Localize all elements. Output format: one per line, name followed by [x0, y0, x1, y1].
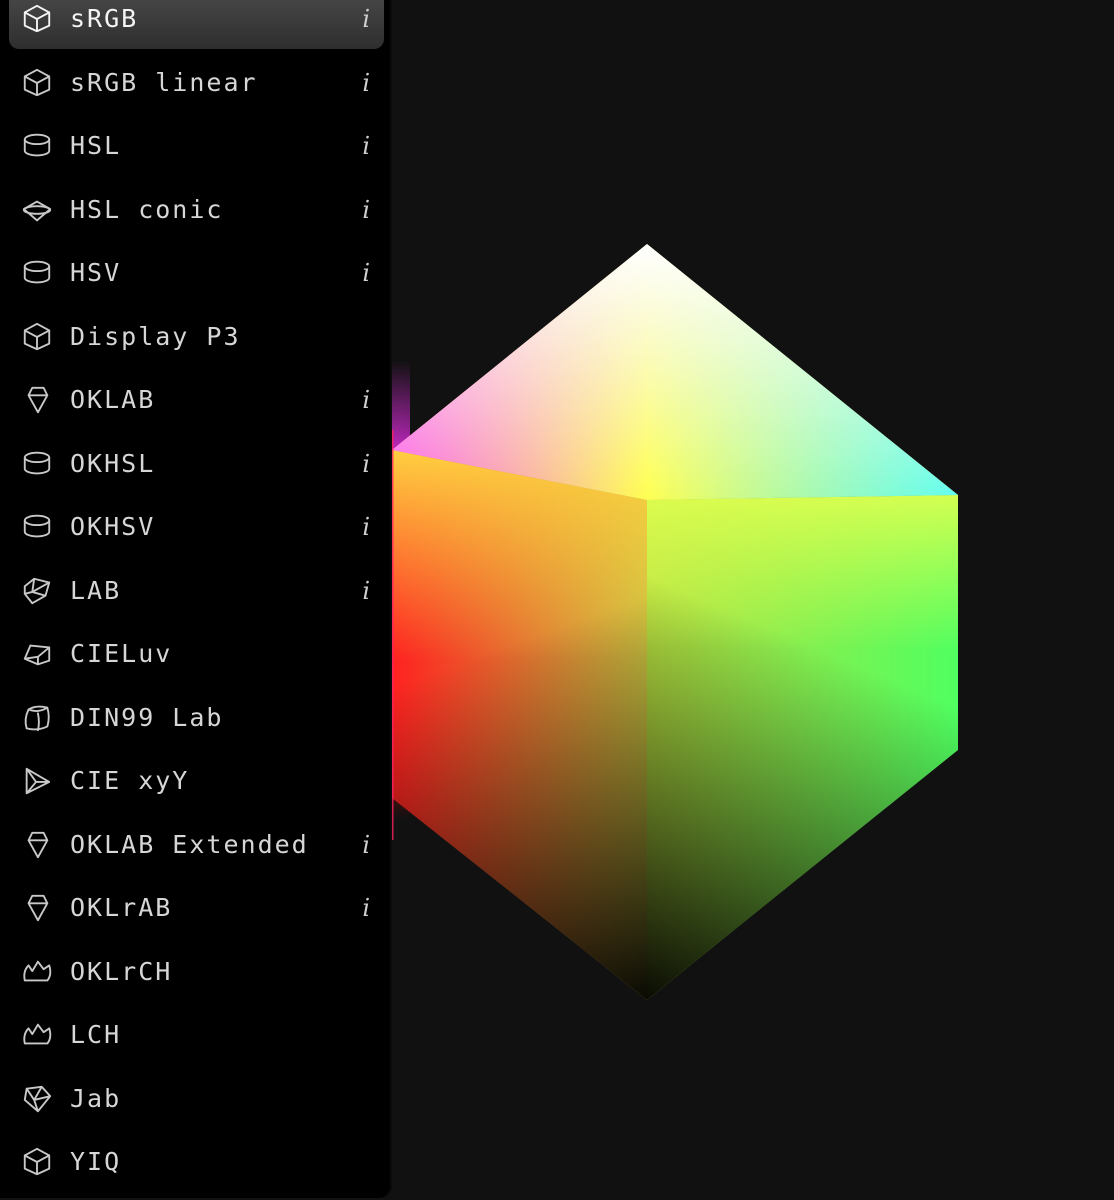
info-icon[interactable]: i [362, 434, 370, 494]
info-icon[interactable]: i [362, 116, 370, 176]
menu-item-hsl[interactable]: HSL i [9, 116, 384, 176]
menu-item-cieluv[interactable]: CIELuv [9, 624, 384, 684]
cube-icon [20, 67, 54, 99]
menu-item-label: Jab [70, 1083, 122, 1113]
menu-item-oklrab[interactable]: OKLrAB i [9, 878, 384, 938]
info-icon[interactable]: i [362, 815, 370, 875]
menu-item-okhsv[interactable]: OKHSV i [9, 497, 384, 557]
gem-icon [20, 384, 54, 416]
menu-item-yiq[interactable]: YIQ [9, 1132, 384, 1192]
cylinder-icon [20, 130, 54, 162]
info-icon[interactable]: i [362, 370, 370, 430]
cube-icon [20, 321, 54, 353]
menu-item-label: OKLAB [70, 385, 156, 414]
cylinder-icon [20, 448, 54, 480]
crown-icon [20, 1019, 54, 1051]
menu-item-label: HSV [70, 258, 122, 287]
menu-item-okhsl[interactable]: OKHSL i [9, 434, 384, 494]
menu-item-label: OKHSL [70, 448, 156, 478]
menu-item-label: Display P3 [70, 321, 241, 351]
menu-item-label: OKHSV [70, 512, 156, 541]
shield-polyhedron-icon [20, 1083, 54, 1115]
bicone-icon [20, 194, 54, 226]
menu-item-hsv[interactable]: HSV i [9, 243, 384, 303]
menu-item-label: OKLrAB [70, 893, 173, 922]
rounded-cube-icon [20, 702, 54, 734]
triangle-icon [20, 765, 54, 797]
info-icon[interactable]: i [362, 878, 370, 938]
polyhedron-icon [20, 575, 54, 607]
info-icon[interactable]: i [362, 243, 370, 303]
cube-left-face [392, 450, 647, 1000]
menu-item-label: OKLrCH [70, 956, 173, 986]
menu-item-lch[interactable]: LCH [9, 1005, 384, 1065]
menu-item-cie-xyy[interactable]: CIE xyY [9, 751, 384, 811]
cylinder-icon [20, 511, 54, 543]
menu-item-label: HSL conic [70, 194, 224, 224]
menu-item-label: LCH [70, 1020, 122, 1049]
info-icon[interactable]: i [362, 561, 370, 621]
wedge-icon [20, 638, 54, 670]
menu-item-label: sRGB linear [70, 67, 258, 97]
menu-item-srgb-linear[interactable]: sRGB linear i [9, 53, 384, 113]
menu-item-oklab[interactable]: OKLAB i [9, 370, 384, 430]
menu-item-din99-lab[interactable]: DIN99 Lab [9, 688, 384, 748]
menu-item-label: CIELuv [70, 639, 173, 668]
menu-item-label: YIQ [70, 1147, 122, 1176]
info-icon[interactable]: i [362, 180, 370, 240]
info-icon[interactable]: i [362, 497, 370, 557]
menu-item-label: DIN99 Lab [70, 702, 224, 732]
cylinder-icon [20, 257, 54, 289]
gem-icon [20, 829, 54, 861]
info-icon[interactable]: i [362, 53, 370, 113]
menu-item-label: sRGB [70, 4, 139, 33]
cube-top-face [392, 244, 958, 500]
menu-item-label: CIE xyY [70, 766, 190, 795]
cube-icon [20, 1146, 54, 1178]
crown-icon [20, 956, 54, 988]
menu-item-oklrch[interactable]: OKLrCH [9, 942, 384, 1002]
menu-item-lab[interactable]: LAB i [9, 561, 384, 621]
cube-right-face [647, 495, 958, 1000]
cube-icon [20, 3, 54, 35]
info-icon[interactable]: i [362, 0, 370, 49]
menu-item-label: LAB [70, 575, 122, 605]
menu-item-hsl-conic[interactable]: HSL conic i [9, 180, 384, 240]
menu-item-jab[interactable]: Jab [9, 1069, 384, 1129]
color-space-menu: sRGB i sRGB linear i HSL i HSL conic i HSV i Displ… [0, 0, 390, 1198]
gem-icon [20, 892, 54, 924]
menu-item-srgb[interactable]: sRGB i [9, 0, 384, 49]
menu-item-oklab-extended[interactable]: OKLAB Extended i [9, 815, 384, 875]
menu-item-label: OKLAB Extended [70, 829, 309, 859]
menu-item-label: HSL [70, 131, 122, 160]
menu-item-display-p3[interactable]: Display P3 [9, 307, 384, 367]
